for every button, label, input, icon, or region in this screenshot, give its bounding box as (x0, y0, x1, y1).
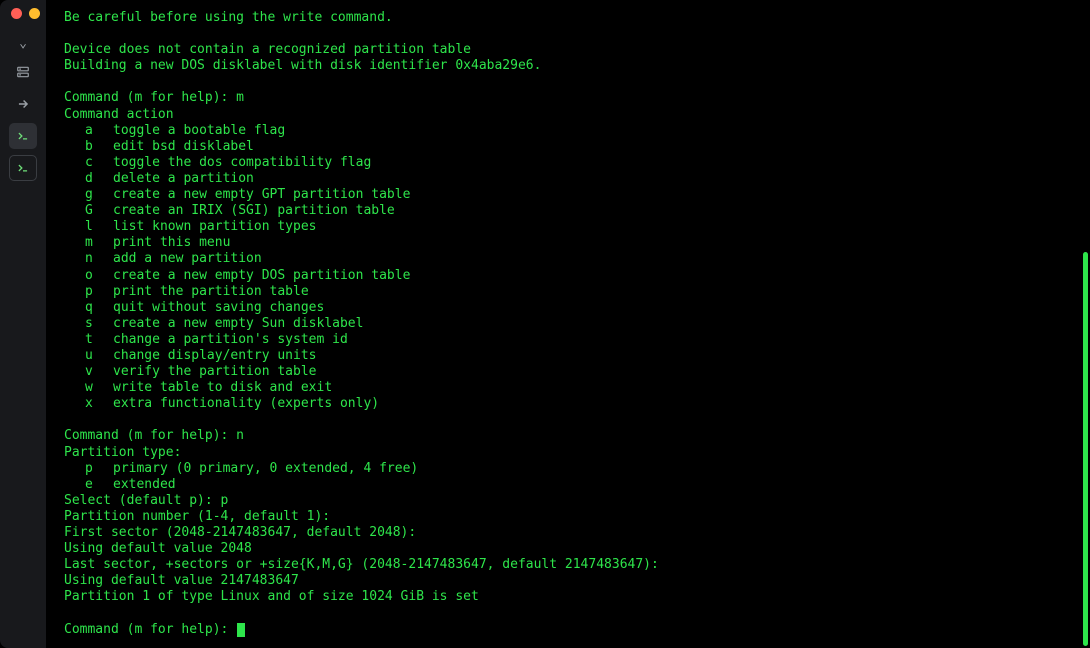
terminal-line (64, 26, 1078, 42)
terminal-line: Command (m for help): (64, 622, 1078, 638)
terminal-line: Using default value 2147483647 (64, 573, 1078, 589)
terminal-line: ctoggle the dos compatibility flag (64, 155, 1078, 171)
terminal-line: qquit without saving changes (64, 300, 1078, 316)
terminal-line: Last sector, +sectors or +size{K,M,G} (2… (64, 557, 1078, 573)
close-button[interactable] (11, 8, 22, 19)
terminal-line: Partition number (1-4, default 1): (64, 509, 1078, 525)
terminal-line: screate a new empty Sun disklabel (64, 316, 1078, 332)
terminal-line: Building a new DOS disklabel with disk i… (64, 58, 1078, 74)
terminal-line: Gcreate an IRIX (SGI) partition table (64, 203, 1078, 219)
terminal-line: llist known partition types (64, 219, 1078, 235)
terminal-line: Command (m for help): m (64, 90, 1078, 106)
terminal-line: ocreate a new empty DOS partition table (64, 268, 1078, 284)
terminal-window: ⌄ Be careful before using the write comm… (0, 0, 1090, 648)
terminal-line: Using default value 2048 (64, 541, 1078, 557)
chevron-down-icon[interactable]: ⌄ (9, 33, 37, 53)
terminal-line (64, 74, 1078, 90)
terminal-line: Partition type: (64, 445, 1078, 461)
terminal-line: Select (default p): p (64, 493, 1078, 509)
terminal-line: wwrite table to disk and exit (64, 380, 1078, 396)
terminal-line: nadd a new partition (64, 251, 1078, 267)
terminal-line: eextended (64, 477, 1078, 493)
terminal-line (64, 605, 1078, 621)
terminal-line (64, 412, 1078, 428)
terminal-line: gcreate a new empty GPT partition table (64, 187, 1078, 203)
terminal-line: uchange display/entry units (64, 348, 1078, 364)
terminal-line: pprimary (0 primary, 0 extended, 4 free) (64, 461, 1078, 477)
terminal-line: vverify the partition table (64, 364, 1078, 380)
app-sidebar: ⌄ (0, 0, 46, 648)
terminal-line: bedit bsd disklabel (64, 139, 1078, 155)
terminal-line: Be careful before using the write comman… (64, 10, 1078, 26)
input-cursor[interactable] (237, 623, 245, 637)
new-terminal-icon[interactable] (9, 155, 37, 181)
terminal-tab-icon[interactable] (9, 123, 37, 149)
scrollbar-thumb[interactable] (1083, 252, 1088, 646)
server-icon[interactable] (9, 59, 37, 85)
terminal-line: ddelete a partition (64, 171, 1078, 187)
arrow-right-icon[interactable] (9, 91, 37, 117)
terminal-line: Device does not contain a recognized par… (64, 42, 1078, 58)
terminal-output[interactable]: Be careful before using the write comman… (46, 0, 1090, 648)
terminal-line: mprint this menu (64, 235, 1078, 251)
terminal-line: tchange a partition's system id (64, 332, 1078, 348)
terminal-line: pprint the partition table (64, 284, 1078, 300)
terminal-line: First sector (2048-2147483647, default 2… (64, 525, 1078, 541)
terminal-line: Partition 1 of type Linux and of size 10… (64, 589, 1078, 605)
terminal-line: atoggle a bootable flag (64, 123, 1078, 139)
minimize-button[interactable] (29, 8, 40, 19)
terminal-line: Command (m for help): n (64, 428, 1078, 444)
terminal-line: xextra functionality (experts only) (64, 396, 1078, 412)
terminal-line: Command action (64, 107, 1078, 123)
